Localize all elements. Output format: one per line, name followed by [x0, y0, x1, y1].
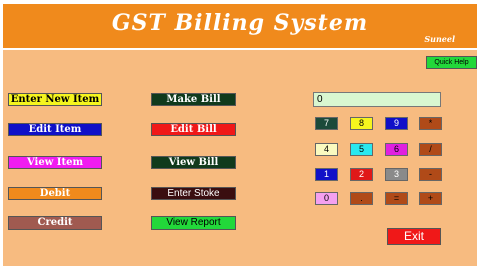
- key-6[interactable]: 6: [385, 143, 408, 156]
- key-9[interactable]: 9: [385, 117, 408, 130]
- key-multiply[interactable]: *: [419, 117, 442, 130]
- exit-button[interactable]: Exit: [387, 228, 441, 245]
- key-divide[interactable]: /: [419, 143, 442, 156]
- author-name: Suneel: [424, 34, 455, 44]
- credit-button[interactable]: Credit: [8, 216, 102, 230]
- make-bill-button[interactable]: Make Bill: [151, 93, 236, 106]
- edit-bill-button[interactable]: Edit Bill: [151, 123, 236, 136]
- app-window: GST Billing System Suneel Quick Help Ent…: [0, 0, 480, 270]
- app-title: GST Billing System: [111, 10, 369, 36]
- key-subtract[interactable]: -: [419, 168, 442, 181]
- calculator-display[interactable]: 0: [313, 92, 441, 107]
- key-4[interactable]: 4: [315, 143, 338, 156]
- view-bill-button[interactable]: View Bill: [151, 156, 236, 169]
- view-item-button[interactable]: View Item: [8, 156, 102, 169]
- key-0[interactable]: 0: [315, 192, 338, 205]
- title-bar: GST Billing System Suneel: [3, 4, 477, 48]
- key-decimal[interactable]: .: [350, 192, 373, 205]
- key-5[interactable]: 5: [350, 143, 373, 156]
- quick-help-button[interactable]: Quick Help: [426, 56, 477, 69]
- key-equals[interactable]: =: [385, 192, 408, 205]
- key-8[interactable]: 8: [350, 117, 373, 130]
- main-panel: Quick Help Enter New Item Edit Item View…: [3, 50, 477, 266]
- key-3[interactable]: 3: [385, 168, 408, 181]
- debit-button[interactable]: Debit: [8, 187, 102, 200]
- key-2[interactable]: 2: [350, 168, 373, 181]
- enter-new-item-button[interactable]: Enter New Item: [8, 93, 102, 106]
- enter-stoke-button[interactable]: Enter Stoke: [151, 187, 236, 200]
- key-7[interactable]: 7: [315, 117, 338, 130]
- key-add[interactable]: +: [419, 192, 442, 205]
- view-report-button[interactable]: View Report: [151, 216, 236, 230]
- edit-item-button[interactable]: Edit Item: [8, 123, 102, 136]
- key-1[interactable]: 1: [315, 168, 338, 181]
